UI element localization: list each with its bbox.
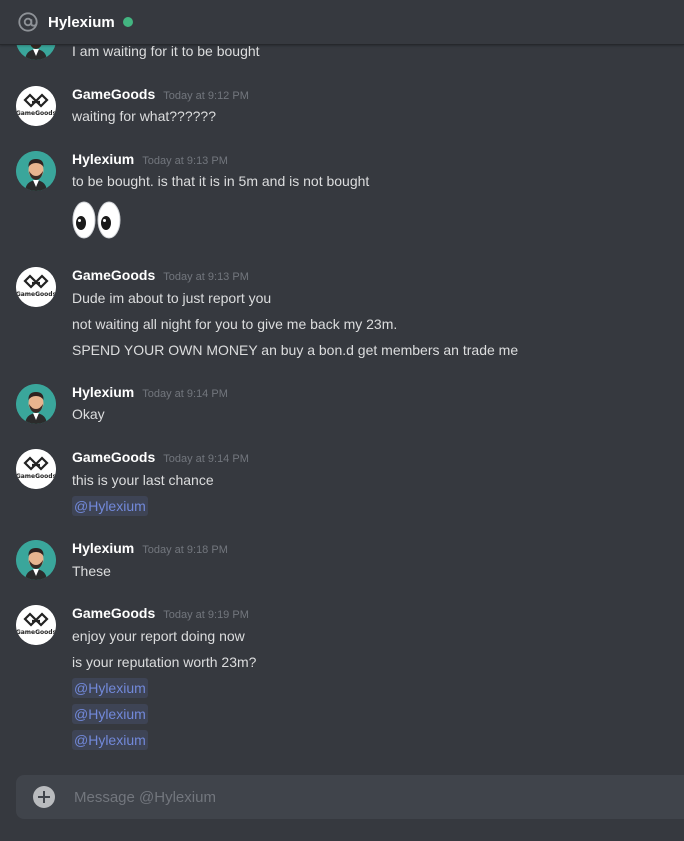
timestamp: Today at 9:13 PM	[142, 155, 228, 167]
user-mention[interactable]: @Hylexium	[72, 678, 148, 698]
message-line: Dude im about to just report you	[72, 290, 272, 306]
avatar[interactable]: GameGoods	[16, 86, 56, 126]
timestamp: Today at 9:18 PM	[142, 544, 228, 556]
message-header: GameGoods Today at 9:13 PM	[72, 266, 249, 286]
channel-title: Hylexium	[48, 13, 115, 31]
message-line: to be bought. is that it is in 5m and is…	[72, 173, 370, 189]
message-header: Hylexium Today at 9:18 PM	[72, 539, 228, 559]
timestamp: Today at 9:19 PM	[163, 609, 249, 621]
message-line: not waiting all night for you to give me…	[72, 316, 398, 332]
timestamp: Today at 9:13 PM	[163, 271, 249, 283]
message-line: waiting for what??????	[72, 108, 216, 124]
message-header: GameGoods Today at 9:14 PM	[72, 448, 249, 468]
eyes-emoji-icon	[72, 201, 122, 239]
avatar[interactable]: GameGoods	[16, 449, 56, 489]
svg-text:GameGoods: GameGoods	[16, 291, 56, 298]
username[interactable]: GameGoods	[72, 267, 155, 283]
message-line: is your reputation worth 23m?	[72, 654, 257, 670]
username[interactable]: GameGoods	[72, 605, 155, 621]
message-line: this is your last chance	[72, 472, 214, 488]
at-sign-icon	[17, 11, 39, 33]
timestamp: Today at 9:12 PM	[163, 90, 249, 102]
channel-header: Hylexium	[0, 0, 684, 45]
user-mention[interactable]: @Hylexium	[72, 496, 148, 516]
avatar[interactable]	[16, 384, 56, 424]
user-mention[interactable]: @Hylexium	[72, 730, 148, 750]
timestamp: Today at 9:14 PM	[142, 388, 228, 400]
timestamp: Today at 9:14 PM	[163, 453, 249, 465]
user-mention[interactable]: @Hylexium	[72, 704, 148, 724]
message-header: GameGoods Today at 9:19 PM	[72, 604, 249, 624]
avatar[interactable]	[16, 151, 56, 191]
online-status-icon	[122, 17, 133, 27]
message-input[interactable]	[72, 776, 684, 818]
message-composer	[16, 775, 684, 819]
username[interactable]: GameGoods	[72, 86, 155, 102]
username[interactable]: Hylexium	[72, 540, 134, 556]
message-header: Hylexium Today at 9:13 PM	[72, 150, 228, 170]
svg-text:GameGoods: GameGoods	[16, 110, 56, 117]
plus-circle-icon[interactable]	[33, 786, 55, 808]
message-line: These	[72, 563, 111, 579]
username[interactable]: Hylexium	[72, 384, 134, 400]
avatar[interactable]: GameGoods	[16, 267, 56, 307]
message-line: SPEND YOUR OWN MONEY an buy a bon.d get …	[72, 342, 519, 358]
svg-text:GameGoods: GameGoods	[16, 629, 56, 636]
username[interactable]: Hylexium	[72, 151, 134, 167]
avatar[interactable]: GameGoods	[16, 605, 56, 645]
message-header: Hylexium Today at 9:14 PM	[72, 383, 228, 403]
message-header: GameGoods Today at 9:12 PM	[72, 85, 249, 105]
message-list: I am waiting for it to be bought GameGoo…	[0, 0, 684, 841]
username[interactable]: GameGoods	[72, 449, 155, 465]
message-line: enjoy your report doing now	[72, 628, 245, 644]
svg-text:GameGoods: GameGoods	[16, 473, 56, 480]
message-line: Okay	[72, 406, 105, 422]
avatar[interactable]	[16, 540, 56, 580]
